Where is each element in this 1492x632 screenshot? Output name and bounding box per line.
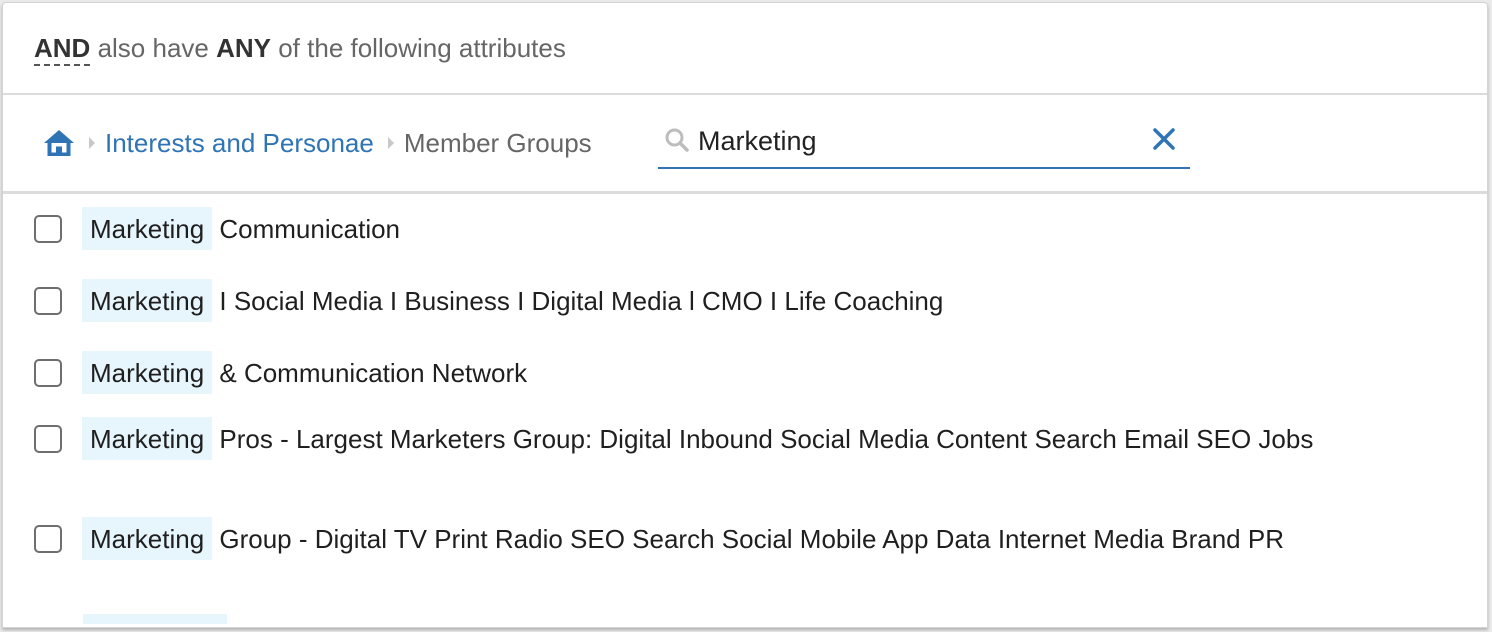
result-label-rest: & Communication Network — [212, 358, 528, 388]
list-item[interactable]: Marketing & Communication Network — [3, 338, 1487, 410]
header-middle-text: also have — [90, 33, 217, 63]
and-operator-toggle[interactable]: AND — [34, 33, 91, 66]
next-result-highlight-partial — [83, 614, 227, 624]
search-match-highlight: Marketing — [82, 351, 213, 394]
list-item[interactable]: Marketing Pros - Largest Marketers Group… — [3, 410, 1487, 510]
close-icon — [1153, 128, 1175, 150]
result-checkbox[interactable] — [34, 215, 62, 243]
breadcrumb-interests-and-personae[interactable]: Interests and Personae — [105, 128, 374, 159]
list-item[interactable]: Marketing Group - Digital TV Print Radio… — [3, 510, 1487, 610]
search-match-highlight: Marketing — [82, 207, 213, 250]
search-field — [658, 117, 1190, 169]
result-checkbox[interactable] — [34, 425, 62, 453]
result-label-rest: Group - Digital TV Print Radio SEO Searc… — [212, 524, 1284, 554]
result-label[interactable]: Marketing Pros - Largest Marketers Group… — [82, 417, 1372, 460]
breadcrumb-separator-icon — [387, 137, 394, 149]
clear-search-button[interactable] — [1150, 125, 1178, 153]
search-match-highlight: Marketing — [82, 279, 213, 322]
navigation-bar: Interests and Personae Member Groups — [3, 95, 1487, 194]
filter-description: AND also have ANY of the following attri… — [34, 32, 566, 66]
breadcrumb-separator-icon — [89, 137, 95, 149]
list-item[interactable]: Marketing Communication — [3, 194, 1487, 266]
result-label[interactable]: Marketing & Communication Network — [82, 351, 1372, 394]
list-item[interactable]: Marketing I Social Media I Business I Di… — [3, 266, 1487, 338]
result-label[interactable]: Marketing Communication — [82, 207, 1372, 250]
result-label-rest: I Social Media I Business I Digital Medi… — [212, 286, 944, 316]
any-operator-label: ANY — [216, 33, 271, 63]
result-checkbox[interactable] — [34, 525, 62, 553]
result-label[interactable]: Marketing I Social Media I Business I Di… — [82, 279, 1372, 322]
search-input[interactable] — [698, 121, 1138, 161]
search-match-highlight: Marketing — [82, 517, 213, 560]
result-label-rest: Pros - Largest Marketers Group: Digital … — [212, 424, 1314, 454]
home-icon[interactable] — [43, 128, 75, 158]
search-match-highlight: Marketing — [82, 417, 213, 460]
result-checkbox[interactable] — [34, 359, 62, 387]
result-label[interactable]: Marketing Group - Digital TV Print Radio… — [82, 517, 1372, 560]
attribute-filter-panel: AND also have ANY of the following attri… — [2, 2, 1488, 628]
header-tail-text: of the following attributes — [271, 33, 566, 63]
filter-header: AND also have ANY of the following attri… — [3, 3, 1487, 95]
breadcrumb: Interests and Personae Member Groups — [43, 125, 592, 161]
result-checkbox[interactable] — [34, 287, 62, 315]
result-label-rest: Communication — [212, 214, 401, 244]
search-icon — [664, 127, 690, 153]
breadcrumb-member-groups: Member Groups — [403, 127, 592, 158]
